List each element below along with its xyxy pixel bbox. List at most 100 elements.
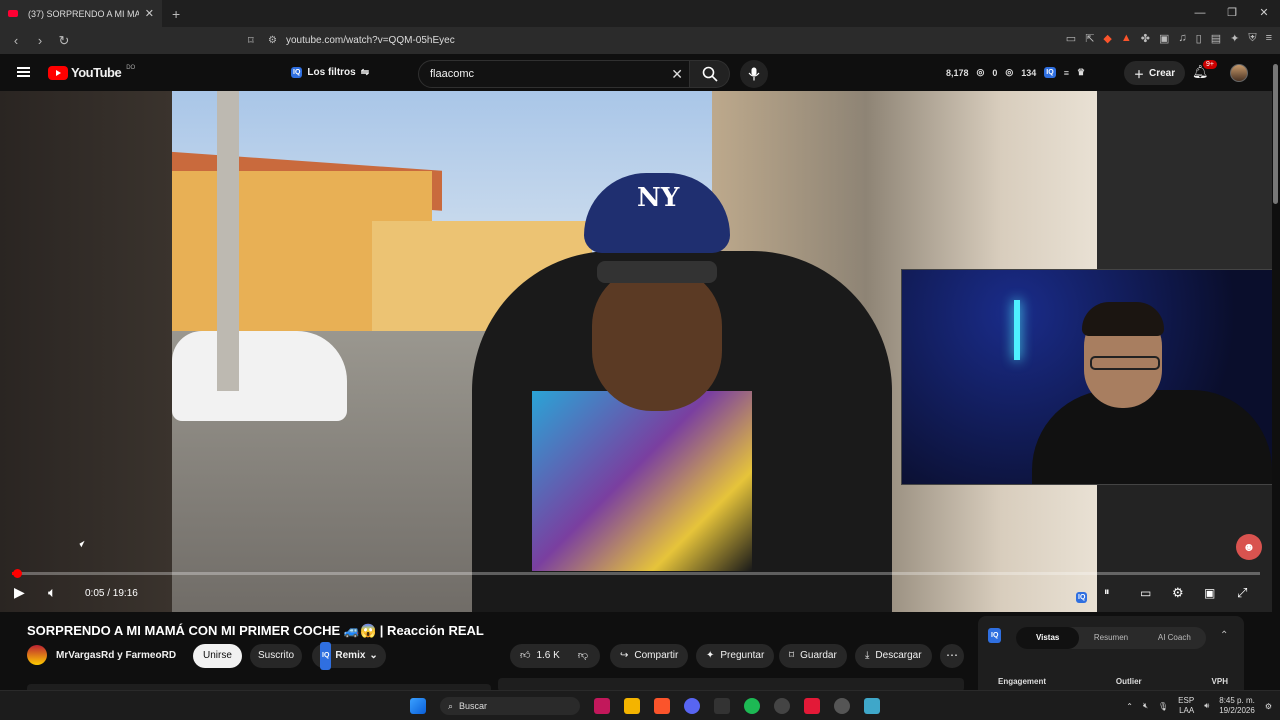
discord-icon[interactable]: [684, 698, 700, 714]
browser-tab[interactable]: (37) SORPRENDO A MI MAMÁ ✕: [0, 0, 162, 27]
stat-subs: 8,178: [946, 67, 969, 78]
remix-button[interactable]: IQ Remix ⌄: [312, 642, 386, 670]
collapse-icon[interactable]: ⌃: [1220, 630, 1228, 641]
join-button[interactable]: Unirse: [193, 644, 242, 668]
tray-chevron-icon[interactable]: ⌃: [1126, 702, 1133, 711]
obs-icon[interactable]: [834, 698, 850, 714]
clear-search-icon[interactable]: ✕: [671, 66, 683, 83]
tray-mute-icon[interactable]: 🔇︎: [1143, 701, 1148, 711]
restore-icon[interactable]: ❐: [1216, 0, 1248, 27]
brave-rewards-icon[interactable]: ▲: [1121, 32, 1132, 45]
download-button[interactable]: ⤓ Descargar: [855, 644, 932, 668]
forward-icon[interactable]: ›: [30, 33, 50, 49]
autoplay-toggle-icon[interactable]: ⏸: [1104, 586, 1110, 599]
share-page-icon[interactable]: ⇱: [1085, 32, 1094, 45]
progress-bar[interactable]: [12, 569, 1260, 578]
list-icon[interactable]: ≡: [1064, 68, 1069, 78]
volume-icon[interactable]: 🔈︎: [48, 584, 56, 601]
close-window-icon[interactable]: ✕: [1248, 0, 1280, 27]
iq-tabs: Vistas Resumen AI Coach: [1016, 627, 1206, 649]
video-sunglasses: [597, 261, 717, 283]
settings-icon[interactable]: ⚙: [1172, 585, 1184, 601]
youtube-logo[interactable]: YouTube DO: [48, 65, 135, 80]
back-icon[interactable]: ‹: [6, 33, 26, 49]
steam-icon[interactable]: [774, 698, 790, 714]
screenshot-icon[interactable]: ▣: [1159, 32, 1169, 45]
tray-settings-icon[interactable]: ⚙: [1265, 702, 1272, 711]
search-button[interactable]: [690, 60, 730, 88]
brave-shields-icon[interactable]: ◆: [1103, 32, 1111, 45]
file-explorer-icon[interactable]: [624, 698, 640, 714]
guide-menu-icon[interactable]: [17, 67, 30, 77]
webcam-overlay: [901, 269, 1280, 485]
scrubber-handle[interactable]: [12, 569, 22, 578]
reaction-extension-icon[interactable]: ☻: [1236, 534, 1262, 560]
tab-resumen[interactable]: Resumen: [1079, 627, 1142, 649]
subtitles-icon[interactable]: ▭: [1140, 586, 1151, 600]
menu-icon[interactable]: ≡: [1266, 32, 1272, 45]
iq-player-icon[interactable]: IQ: [1076, 586, 1088, 603]
trophy-icon[interactable]: ♛: [1077, 67, 1085, 78]
subscribed-button[interactable]: Suscrito: [250, 644, 303, 668]
extensions-icon[interactable]: ✤: [1141, 32, 1150, 45]
vpn-icon[interactable]: ⛨: [1248, 32, 1256, 45]
share-button[interactable]: ↪ Compartir: [610, 644, 689, 668]
create-label: Crear: [1149, 67, 1176, 79]
more-actions-icon[interactable]: ⋯: [940, 644, 964, 668]
account-avatar[interactable]: [1230, 64, 1248, 82]
adobe-app-icon[interactable]: [594, 698, 610, 714]
page-scrollbar[interactable]: [1272, 54, 1280, 690]
save-button[interactable]: ⌑ Guardar: [779, 644, 847, 668]
video-pole: [217, 91, 239, 391]
tray-mic-icon[interactable]: 🎙︎: [1158, 702, 1168, 711]
webcam-led-light: [1014, 300, 1020, 360]
windows-start-icon[interactable]: [410, 698, 426, 714]
tab-vistas[interactable]: Vistas: [1016, 627, 1080, 649]
spotify-icon[interactable]: [744, 698, 760, 714]
language-indicator[interactable]: ESP LAA: [1178, 696, 1194, 716]
fullscreen-icon[interactable]: ⤢: [1237, 585, 1247, 601]
stat-videos: 134: [1021, 67, 1037, 78]
dislike-icon[interactable]: 👎︎: [578, 644, 588, 668]
create-button[interactable]: ＋ Crear: [1124, 61, 1186, 85]
taskbar-search[interactable]: ⌕ Buscar: [440, 697, 580, 715]
filters-button[interactable]: IQ Los filtros ⇋: [283, 62, 377, 83]
minimize-icon[interactable]: —: [1184, 0, 1216, 27]
close-tab-icon[interactable]: ✕: [145, 7, 154, 20]
extensions-bar: ▭ ⇱ ◆ ▲ ✤ ▣ ♫ ▯ ▤ ✦ ⛨ ≡: [1066, 32, 1272, 45]
media-icon[interactable]: ♫: [1178, 32, 1186, 45]
sidebar-icon[interactable]: ▯: [1196, 32, 1202, 45]
clock[interactable]: 8:45 p. m. 19/2/2026: [1219, 696, 1255, 716]
wallet-icon[interactable]: ▤: [1211, 32, 1221, 45]
channel-avatar[interactable]: [27, 645, 47, 665]
url-field[interactable]: ⌑ ⚙ youtube.com/watch?v=QQM-05hEyec: [248, 30, 968, 51]
ask-button[interactable]: ✦ Preguntar: [696, 644, 775, 668]
notepad-icon[interactable]: [864, 698, 880, 714]
new-tab-button[interactable]: +: [172, 6, 180, 22]
leo-ai-icon[interactable]: ✦: [1230, 32, 1239, 45]
clock-time: 8:45 p. m.: [1219, 696, 1255, 705]
theater-mode-icon[interactable]: ▣: [1204, 586, 1215, 600]
site-settings-icon[interactable]: ⚙: [268, 35, 286, 46]
cast-icon[interactable]: ▭: [1066, 32, 1076, 45]
bookmark-icon[interactable]: ⌑: [248, 34, 268, 47]
reload-icon[interactable]: ↻: [54, 33, 74, 49]
play-icon[interactable]: ▶: [14, 584, 25, 601]
eye-icon: ◎: [976, 67, 985, 77]
iq-stats-icon[interactable]: IQ: [1044, 67, 1056, 78]
like-button[interactable]: 👍︎ 1.6 K 👎︎: [510, 644, 600, 668]
window-controls: — ❐ ✕: [1184, 0, 1280, 27]
taskbar-search-icon: ⌕: [448, 700, 454, 711]
channel-name[interactable]: MrVargasRd y FarmeoRD: [56, 650, 176, 661]
voice-search-button[interactable]: [740, 60, 768, 88]
clock-date: 19/2/2026: [1219, 706, 1255, 715]
iq-remix-icon: IQ: [320, 642, 332, 670]
opera-icon[interactable]: [804, 698, 820, 714]
search-input[interactable]: flaacomc ✕: [418, 60, 690, 88]
brave-browser-icon[interactable]: [654, 698, 670, 714]
ambient-right: [1097, 91, 1272, 269]
scrollbar-thumb[interactable]: [1273, 64, 1278, 204]
tray-volume-icon[interactable]: 🔊︎: [1204, 701, 1209, 711]
tab-ai-coach[interactable]: AI Coach: [1143, 627, 1206, 649]
capcut-icon[interactable]: [714, 698, 730, 714]
